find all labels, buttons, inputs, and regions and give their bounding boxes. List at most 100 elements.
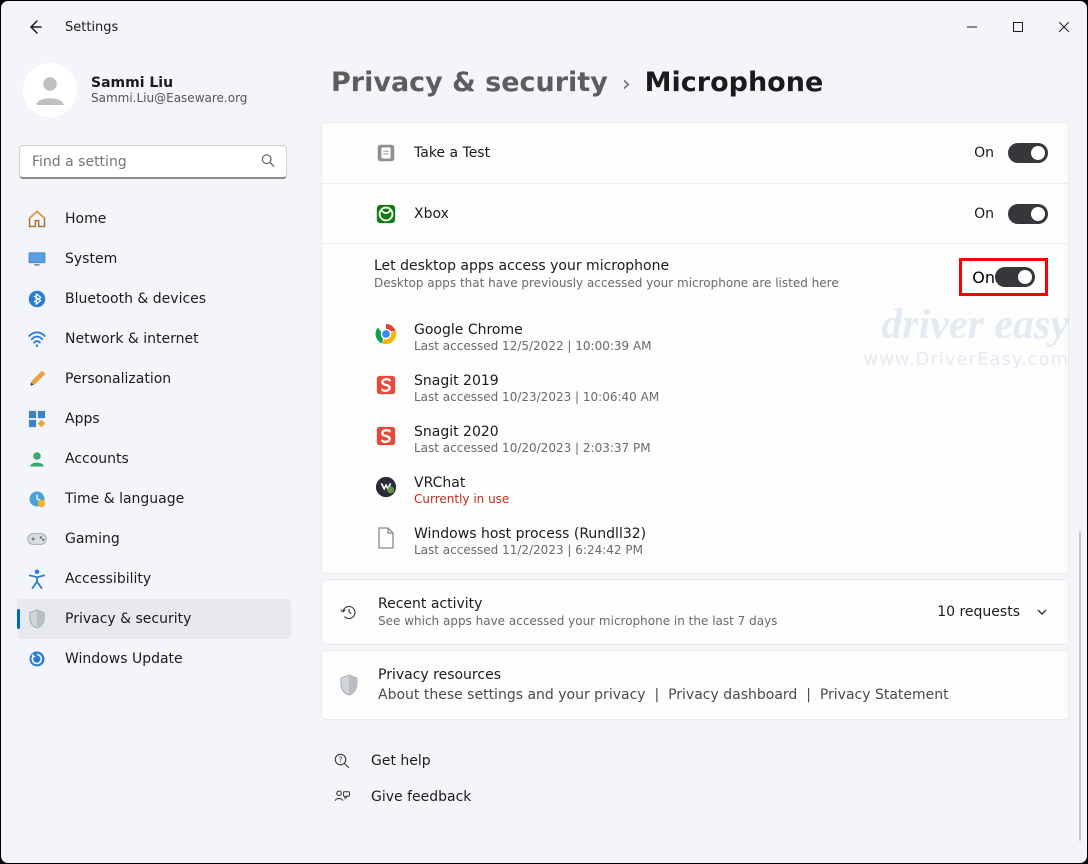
desktop-app-name: Google Chrome [414, 322, 652, 338]
desktop-app-name: Snagit 2019 [414, 373, 659, 389]
desktop-app-name: Windows host process (Rundll32) [414, 526, 646, 542]
close-icon [1059, 22, 1069, 32]
sidebar-item-gaming[interactable]: Gaming [17, 519, 291, 559]
get-help-link[interactable]: ? Get help [331, 743, 1059, 779]
give-feedback-label: Give feedback [371, 789, 471, 805]
sidebar-item-label: Gaming [65, 531, 120, 547]
system-icon [27, 249, 47, 269]
desktop-section-subtitle: Desktop apps that have previously access… [374, 276, 959, 290]
resources-links: About these settings and your privacy | … [378, 687, 1048, 703]
privacy-resources-card: Privacy resources About these settings a… [321, 650, 1069, 720]
personalization-icon [27, 369, 47, 389]
snagit-icon [374, 424, 398, 448]
sidebar-item-label: Home [65, 211, 106, 227]
sidebar-item-label: Network & internet [65, 331, 199, 347]
desktop-app-row: Snagit 2019Last accessed 10/23/2023 | 10… [374, 363, 1048, 414]
feedback-icon [331, 788, 353, 806]
arrow-left-icon [27, 19, 43, 35]
toggle-switch[interactable] [1008, 204, 1048, 224]
app-row-xbox: Xbox On [322, 183, 1068, 243]
chevron-right-icon: › [622, 72, 631, 97]
desktop-apps-section: Let desktop apps access your microphone … [322, 243, 1068, 573]
minimize-icon [967, 22, 977, 32]
shield-icon [338, 674, 360, 696]
nav-list: Home System Bluetooth & devices Network & i… [17, 199, 291, 679]
user-email: Sammi.Liu@Easeware.org [91, 91, 247, 105]
breadcrumb-parent[interactable]: Privacy & security [331, 67, 608, 98]
avatar [23, 63, 77, 117]
desktop-app-sub: Last accessed 12/5/2022 | 10:00:39 AM [414, 339, 652, 353]
desktop-app-row: Snagit 2020Last accessed 10/20/2023 | 2:… [374, 414, 1048, 465]
desktop-app-row: VRChatCurrently in use [374, 465, 1048, 516]
resource-link[interactable]: About these settings and your privacy [378, 687, 646, 703]
app-row-take-a-test: Take a Test On [322, 123, 1068, 183]
search-icon [261, 153, 275, 172]
history-icon [338, 601, 360, 623]
sidebar-item-label: Windows Update [65, 651, 183, 667]
sidebar-item-label: Accessibility [65, 571, 151, 587]
sidebar-item-privacy[interactable]: Privacy & security [17, 599, 291, 639]
chrome-icon [374, 322, 398, 346]
sidebar-item-label: Privacy & security [65, 611, 191, 627]
sidebar-item-label: System [65, 251, 117, 267]
sidebar-item-personalization[interactable]: Personalization [17, 359, 291, 399]
profile-block[interactable]: Sammi Liu Sammi.Liu@Easeware.org [17, 53, 291, 127]
desktop-app-sub: Last accessed 11/2/2023 | 6:24:42 PM [414, 543, 646, 557]
sidebar-item-system[interactable]: System [17, 239, 291, 279]
snagit-icon [374, 373, 398, 397]
desktop-app-name: VRChat [414, 475, 509, 491]
title-bar: Settings [1, 1, 1087, 53]
privacy-icon [27, 609, 47, 629]
recent-activity-card[interactable]: Recent activity See which apps have acce… [321, 579, 1069, 645]
resource-link[interactable]: Privacy dashboard [668, 687, 797, 703]
desktop-toggle-highlight: On [959, 258, 1048, 296]
get-help-label: Get help [371, 753, 431, 769]
apps-icon [27, 409, 47, 429]
time-icon [27, 489, 47, 509]
sidebar-item-time[interactable]: Time & language [17, 479, 291, 519]
sidebar-item-home[interactable]: Home [17, 199, 291, 239]
window-controls [949, 7, 1087, 47]
resource-link[interactable]: Privacy Statement [820, 687, 949, 703]
vrchat-icon [374, 475, 398, 499]
minimize-button[interactable] [949, 7, 995, 47]
desktop-toggle-switch[interactable] [995, 267, 1035, 287]
store-apps-card: Take a Test On Xbox On Let de [321, 122, 1069, 574]
desktop-app-row: Google ChromeLast accessed 12/5/2022 | 1… [374, 312, 1048, 363]
desktop-app-sub: Last accessed 10/20/2023 | 2:03:37 PM [414, 441, 651, 455]
sidebar-item-update[interactable]: Windows Update [17, 639, 291, 679]
file-icon [374, 526, 398, 550]
maximize-icon [1013, 22, 1023, 32]
sidebar-item-label: Bluetooth & devices [65, 291, 206, 307]
desktop-app-name: Snagit 2020 [414, 424, 651, 440]
scrollbar[interactable] [1079, 531, 1081, 841]
footer-links: ? Get help Give feedback [321, 725, 1069, 815]
toggle-switch[interactable] [1008, 143, 1048, 163]
person-icon [32, 72, 68, 108]
user-name: Sammi Liu [91, 75, 247, 91]
desktop-app-row: Windows host process (Rundll32)Last acce… [374, 516, 1048, 567]
back-button[interactable] [23, 15, 47, 39]
sidebar-item-label: Accounts [65, 451, 129, 467]
chevron-down-icon [1036, 606, 1048, 618]
sidebar-item-accounts[interactable]: Accounts [17, 439, 291, 479]
sidebar-item-network[interactable]: Network & internet [17, 319, 291, 359]
sidebar-item-apps[interactable]: Apps [17, 399, 291, 439]
maximize-button[interactable] [995, 7, 1041, 47]
xbox-icon [374, 202, 398, 226]
desktop-apps-list: Google ChromeLast accessed 12/5/2022 | 1… [374, 312, 1048, 567]
give-feedback-link[interactable]: Give feedback [331, 779, 1059, 815]
sidebar-item-bluetooth[interactable]: Bluetooth & devices [17, 279, 291, 319]
desktop-app-sub: Last accessed 10/23/2023 | 10:06:40 AM [414, 390, 659, 404]
search-input[interactable] [19, 145, 287, 179]
desktop-app-sub: Currently in use [414, 492, 509, 506]
sidebar-item-accessibility[interactable]: Accessibility [17, 559, 291, 599]
app-name: Xbox [414, 206, 974, 222]
close-button[interactable] [1041, 7, 1087, 47]
sidebar-item-label: Apps [65, 411, 100, 427]
toggle-state: On [974, 145, 994, 161]
sidebar: Sammi Liu Sammi.Liu@Easeware.org Home Sys… [1, 53, 301, 863]
sidebar-item-label: Time & language [65, 491, 184, 507]
network-icon [27, 329, 47, 349]
app-name: Take a Test [414, 145, 974, 161]
